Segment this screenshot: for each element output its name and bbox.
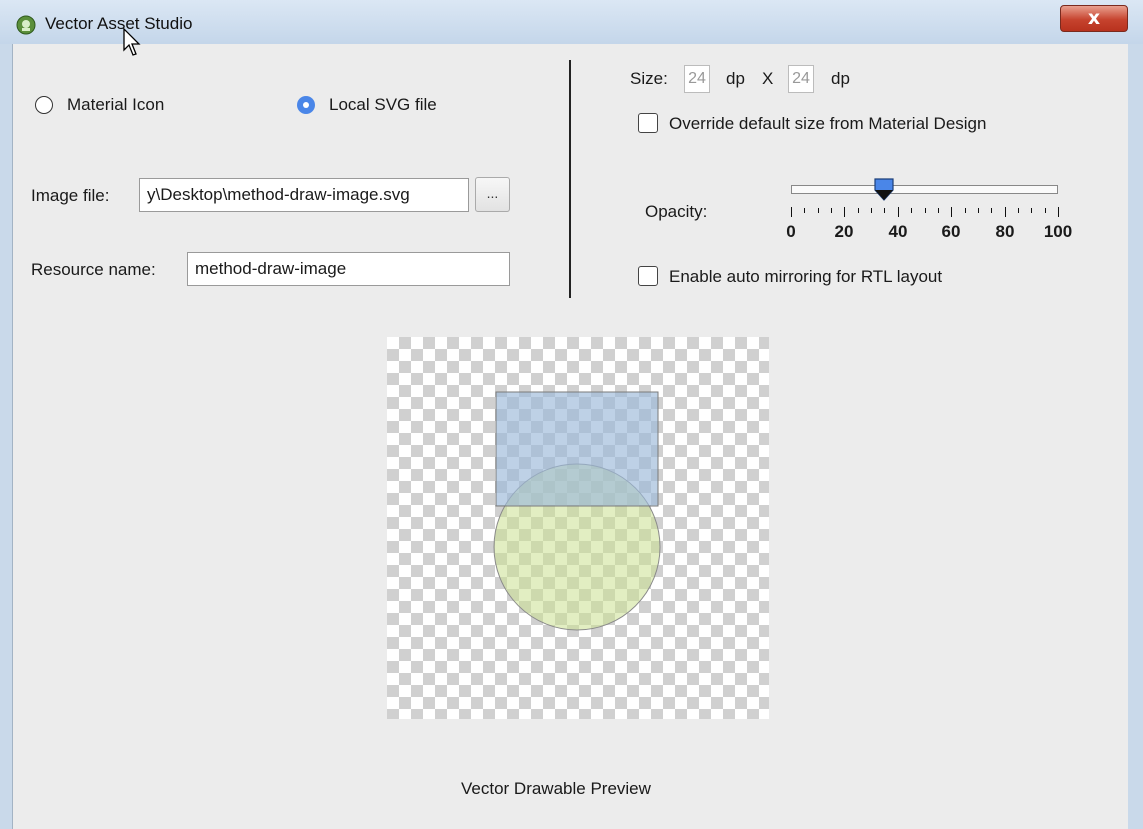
override-size-checkbox[interactable] bbox=[638, 113, 658, 133]
resource-name-field[interactable]: method-draw-image bbox=[187, 252, 510, 286]
opacity-tick-label: 20 bbox=[834, 222, 854, 241]
size-separator: X bbox=[762, 69, 774, 88]
resource-name-label: Resource name: bbox=[31, 260, 156, 279]
close-icon: x bbox=[1087, 7, 1101, 29]
opacity-minor-tick bbox=[991, 208, 992, 213]
vertical-divider bbox=[569, 60, 571, 298]
opacity-minor-tick bbox=[925, 208, 926, 213]
opacity-tick-label: 0 bbox=[786, 222, 796, 241]
opacity-minor-tick bbox=[818, 208, 819, 213]
size-width-unit: dp bbox=[726, 69, 745, 88]
opacity-minor-tick bbox=[978, 208, 979, 213]
opacity-minor-tick bbox=[1045, 208, 1046, 213]
opacity-minor-tick bbox=[1018, 208, 1019, 213]
preview-caption: Vector Drawable Preview bbox=[461, 779, 651, 798]
opacity-minor-tick bbox=[911, 208, 912, 213]
material-icon-label: Material Icon bbox=[67, 95, 165, 114]
opacity-major-tick bbox=[791, 207, 792, 217]
title-bar: Vector Asset Studio x bbox=[0, 0, 1143, 44]
opacity-minor-tick bbox=[884, 208, 885, 213]
opacity-major-tick bbox=[951, 207, 952, 217]
opacity-minor-tick bbox=[804, 208, 805, 213]
auto-mirroring-label: Enable auto mirroring for RTL layout bbox=[669, 267, 943, 286]
local-svg-radio[interactable] bbox=[297, 96, 315, 114]
window-title: Vector Asset Studio bbox=[45, 14, 193, 33]
auto-mirroring-checkbox[interactable] bbox=[638, 266, 658, 286]
opacity-major-tick bbox=[1005, 207, 1006, 217]
opacity-minor-tick bbox=[965, 208, 966, 213]
opacity-label: Opacity: bbox=[645, 202, 708, 221]
opacity-tick-label: 40 bbox=[888, 222, 908, 241]
size-height-field[interactable]: 24 bbox=[788, 65, 814, 93]
opacity-tick-label: 60 bbox=[941, 222, 961, 241]
vector-preview-drawing bbox=[493, 391, 661, 631]
opacity-minor-tick bbox=[938, 208, 939, 213]
opacity-tick-label: 100 bbox=[1043, 222, 1073, 241]
image-file-field[interactable]: y\Desktop\method-draw-image.svg bbox=[139, 178, 469, 212]
size-height-unit: dp bbox=[831, 69, 850, 88]
mouse-cursor-icon bbox=[123, 28, 141, 56]
opacity-minor-tick bbox=[1031, 208, 1032, 213]
opacity-minor-tick bbox=[871, 208, 872, 213]
opacity-minor-tick bbox=[858, 208, 859, 213]
vector-preview-canvas bbox=[387, 337, 769, 719]
size-label: Size: bbox=[630, 69, 668, 88]
size-width-field[interactable]: 24 bbox=[684, 65, 710, 93]
opacity-slider-track[interactable] bbox=[791, 185, 1058, 194]
opacity-slider-thumb[interactable] bbox=[873, 178, 895, 202]
browse-button[interactable]: ... bbox=[475, 177, 510, 212]
image-file-label: Image file: bbox=[31, 186, 110, 205]
material-icon-radio[interactable] bbox=[35, 96, 53, 114]
vector-asset-studio-window: Vector Asset Studio x Material Icon Loca… bbox=[0, 0, 1143, 829]
override-size-label: Override default size from Material Desi… bbox=[669, 114, 987, 133]
opacity-major-tick bbox=[1058, 207, 1059, 217]
opacity-minor-tick bbox=[831, 208, 832, 213]
opacity-major-tick bbox=[898, 207, 899, 217]
local-svg-label: Local SVG file bbox=[329, 95, 437, 114]
opacity-major-tick bbox=[844, 207, 845, 217]
android-studio-icon bbox=[16, 15, 36, 35]
opacity-tick-label: 80 bbox=[995, 222, 1015, 241]
close-button[interactable]: x bbox=[1060, 5, 1128, 32]
preview-rectangle-shape bbox=[495, 391, 659, 507]
